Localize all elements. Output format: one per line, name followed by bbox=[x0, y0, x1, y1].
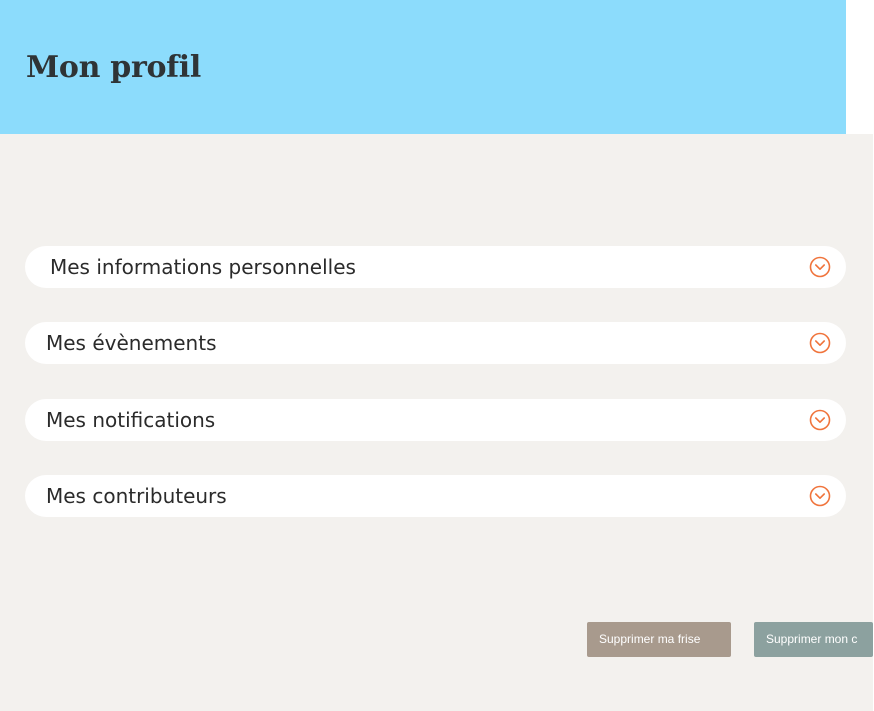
delete-frise-button[interactable]: Supprimer ma frise bbox=[587, 622, 731, 657]
page-header: Mon profil bbox=[0, 0, 846, 134]
chevron-down-circle-icon[interactable] bbox=[809, 332, 831, 354]
accordion-personal-info[interactable]: Mes informations personnelles bbox=[25, 246, 846, 288]
profile-page: Mon profil Mes informations personnelles… bbox=[0, 0, 874, 711]
chevron-down-circle-icon[interactable] bbox=[809, 256, 831, 278]
chevron-down-circle-icon[interactable] bbox=[809, 485, 831, 507]
chevron-down-circle-icon[interactable] bbox=[809, 409, 831, 431]
delete-account-button[interactable]: Supprimer mon c bbox=[754, 622, 873, 657]
accordion-label: Mes contributeurs bbox=[46, 484, 227, 508]
accordion-label: Mes informations personnelles bbox=[50, 255, 356, 279]
accordion-label: Mes notifications bbox=[46, 408, 216, 432]
accordion-events[interactable]: Mes évènements bbox=[25, 322, 846, 364]
accordion-label: Mes évènements bbox=[46, 331, 217, 355]
page-title: Mon profil bbox=[26, 50, 201, 85]
accordion-contributors[interactable]: Mes contributeurs bbox=[25, 475, 846, 517]
profile-content: Mes informations personnelles Mes évènem… bbox=[0, 134, 873, 711]
accordion-notifications[interactable]: Mes notifications bbox=[25, 399, 846, 441]
